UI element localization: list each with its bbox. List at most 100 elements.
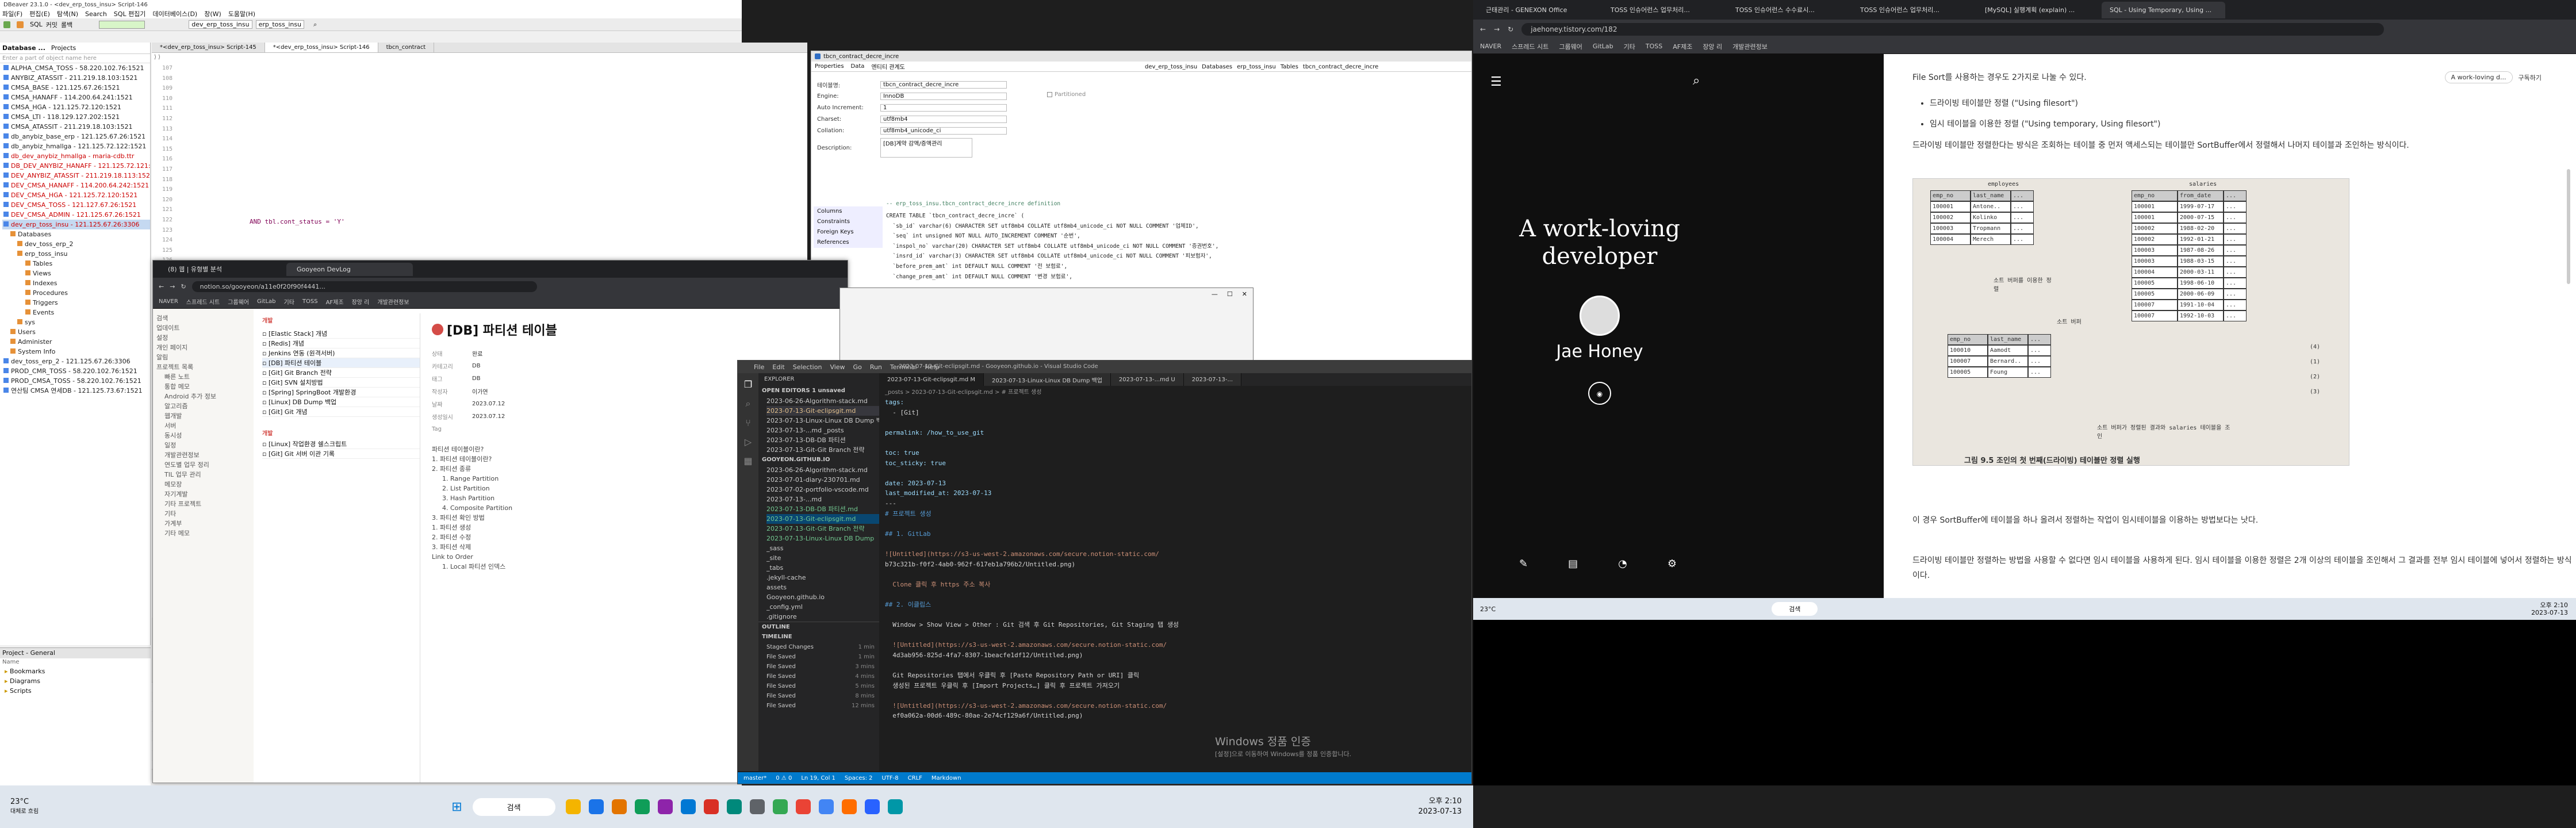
write-icon[interactable]: ✎ bbox=[1519, 558, 1528, 570]
open-editors-header[interactable]: OPEN EDITORS 1 unsaved bbox=[758, 386, 879, 396]
code-line[interactable]: 4d3ab956-825d-4fa7-8307-1beacfe1df12/Unt… bbox=[885, 650, 1466, 661]
code-line[interactable]: permalink: /how_to_use_git bbox=[885, 428, 1466, 438]
breadcrumb-item[interactable]: Databases bbox=[1202, 64, 1232, 70]
blog-search-box[interactable]: A work-loving d... bbox=[2444, 71, 2513, 83]
code-line[interactable] bbox=[885, 468, 1466, 478]
tree-item[interactable]: CMSA_HGA - 121.125.72.120:1521 bbox=[2, 102, 150, 112]
page-body-line[interactable]: 3. 파티션 확인 방법 bbox=[432, 513, 581, 523]
property-value[interactable]: 1 bbox=[880, 103, 1007, 112]
status-item[interactable]: 0 ⚠ 0 bbox=[776, 775, 792, 781]
code-line[interactable]: last_modified_at: 2023-07-13 bbox=[885, 488, 1466, 499]
code-line[interactable]: tags: bbox=[885, 397, 1466, 408]
bookmark-item[interactable]: 개발관련정보 bbox=[1732, 42, 1768, 51]
sidebar-item[interactable]: 알고리즘 bbox=[156, 401, 250, 411]
timeline-item[interactable]: Staged Changes 1 min bbox=[766, 642, 879, 652]
bookmark-item[interactable]: 스프레드 시트 bbox=[186, 297, 220, 306]
minimize-icon[interactable]: — bbox=[1212, 290, 1218, 298]
page-body-line[interactable]: 파티션 테이블이란? bbox=[432, 444, 581, 454]
sidebar-item[interactable]: 개발관련정보 bbox=[156, 450, 250, 460]
page-property-value[interactable]: 완료 bbox=[472, 349, 482, 358]
properties-tab[interactable]: Data bbox=[851, 63, 865, 70]
menu-item[interactable]: View bbox=[830, 363, 845, 371]
bookmark-item[interactable]: 개발관련정보 bbox=[377, 297, 409, 306]
page-body-line[interactable]: 1. Local 파티션 인덱스 bbox=[432, 562, 581, 572]
close-icon[interactable]: ✕ bbox=[1242, 290, 1247, 298]
weather-widget[interactable]: 23°C 대체로 흐림 bbox=[10, 798, 39, 816]
tree-item[interactable]: Databases bbox=[2, 229, 150, 239]
taskbar-app-icon[interactable] bbox=[611, 799, 627, 814]
browser-tab[interactable]: TOSS 인슈어런스 수수료시... bbox=[1727, 1, 1851, 19]
taskbar-search[interactable]: 검색 bbox=[1772, 602, 1818, 616]
rss-icon[interactable]: ◔ bbox=[1618, 558, 1627, 570]
tree-item[interactable]: CMSA_LTI - 118.129.127.202:1521 bbox=[2, 112, 150, 122]
file-tree-item[interactable]: 2023-07-13-DB-DB 파티션.md bbox=[766, 504, 879, 514]
menu-item[interactable]: 탐색(N) bbox=[57, 9, 78, 18]
tree-item[interactable]: Administer bbox=[2, 337, 150, 347]
sidebar-item[interactable]: 웹개발 bbox=[156, 411, 250, 421]
project-item[interactable]: ▸ Bookmarks bbox=[5, 666, 151, 676]
blog-title[interactable]: A work-loving developer bbox=[1473, 215, 1726, 270]
schema-selector[interactable]: erp_toss_insu bbox=[255, 20, 305, 29]
commit-button[interactable]: 커밋 bbox=[46, 20, 57, 29]
reload-icon[interactable]: ↻ bbox=[1508, 25, 1513, 33]
code-line[interactable]: ## 1. GitLab bbox=[885, 529, 1466, 539]
back-icon[interactable]: ← bbox=[159, 283, 164, 290]
editor-tab[interactable]: 2023-07-13-Git-eclipsgit.md M bbox=[879, 373, 984, 386]
status-item[interactable]: UTF-8 bbox=[882, 775, 899, 781]
tree-item[interactable]: ALPHA_CMSA_TOSS - 58.220.102.76:1521 bbox=[2, 63, 150, 73]
file-tree-item[interactable]: _config.yml bbox=[766, 602, 879, 612]
tree-item[interactable]: Triggers bbox=[2, 298, 150, 308]
tree-item[interactable]: Indexes bbox=[2, 278, 150, 288]
open-editor-item[interactable]: 2023-06-26-Algorithm-stack.md bbox=[766, 396, 879, 406]
code-line[interactable]: Git Repositories 탭에서 우클릭 후 [Paste Reposi… bbox=[885, 670, 1466, 681]
code-line[interactable]: Window > Show View > Other : Git 검색 후 Gi… bbox=[885, 620, 1466, 630]
editor-tab[interactable]: tbcn_contract bbox=[378, 43, 435, 52]
bookmark-item[interactable]: AF제조 bbox=[326, 297, 344, 306]
property-value[interactable]: utf8mb4 bbox=[880, 115, 1007, 123]
tree-item[interactable]: CMSA_BASE - 121.125.67.26:1521 bbox=[2, 83, 150, 93]
page-body-line[interactable]: 4. Composite Partition bbox=[432, 503, 581, 513]
tree-item[interactable]: ANYBIZ_ATASSIT - 211.219.18.103:1521 bbox=[2, 73, 150, 83]
page-body-line[interactable]: 1. 파티션 생성 bbox=[432, 523, 581, 532]
navigator-filter[interactable]: Enter a part of object name here bbox=[0, 54, 150, 63]
tree-item[interactable]: db_anybiz_base_erp - 121.125.67.26:1521 bbox=[2, 132, 150, 141]
bookmark-item[interactable]: 그룹웨어 bbox=[1559, 42, 1582, 51]
search-icon[interactable]: ⌕ bbox=[1693, 74, 1700, 88]
menu-item[interactable]: Selection bbox=[793, 363, 822, 371]
bookmark-item[interactable]: 스프레드 시트 bbox=[1512, 42, 1548, 51]
sidebar-item[interactable]: 프로젝트 목록 bbox=[156, 362, 250, 372]
property-value[interactable]: tbcn_contract_decre_incre bbox=[880, 80, 1007, 89]
tree-item[interactable]: Procedures bbox=[2, 288, 150, 298]
sidebar-item[interactable]: 일정 bbox=[156, 440, 250, 450]
code-line[interactable] bbox=[885, 610, 1466, 620]
sidebar-item[interactable]: 동시성 bbox=[156, 431, 250, 440]
menu-item[interactable]: SQL 편집기 bbox=[114, 9, 146, 18]
code-line[interactable]: b73c321b-f0f2-4ab0-962f-617eb1a796b2/Unt… bbox=[885, 559, 1466, 570]
tree-item[interactable]: PROD_CMR_TOSS - 58.220.102.76:1521 bbox=[2, 366, 150, 376]
taskbar-app-icon[interactable] bbox=[588, 799, 604, 814]
database-row[interactable]: ▫ [Git] SVN 설치방법 bbox=[262, 378, 420, 388]
taskbar-app-icon[interactable] bbox=[772, 799, 788, 814]
taskbar-app-icon[interactable] bbox=[703, 799, 719, 814]
page-property-value[interactable]: DB bbox=[472, 363, 481, 369]
taskbar-app-icon[interactable] bbox=[657, 799, 673, 814]
editor-tab[interactable]: 2023-07-13-... bbox=[1183, 373, 1242, 386]
page-body-line[interactable]: 1. 파티션 테이블이란? bbox=[432, 454, 581, 464]
properties-tab[interactable]: Properties bbox=[815, 63, 844, 70]
properties-side-tab[interactable]: Constraints bbox=[814, 217, 883, 227]
code-line[interactable] bbox=[885, 589, 1466, 600]
file-tree-item[interactable]: 2023-07-01-diary-230701.md bbox=[766, 475, 879, 485]
status-item[interactable]: Markdown bbox=[931, 775, 961, 781]
menu-item[interactable]: 파일(F) bbox=[2, 9, 22, 18]
sidebar-item[interactable]: 자기계발 bbox=[156, 489, 250, 499]
extensions-icon[interactable]: ▦ bbox=[738, 455, 758, 466]
editor-tab[interactable]: 2023-07-13-Linux-Linux DB Dump 백업 bbox=[984, 373, 1111, 386]
property-value[interactable]: [DB]계약 감액/증액관리 bbox=[880, 138, 972, 158]
search-icon[interactable]: ⌕ bbox=[738, 398, 758, 409]
code-line[interactable]: # 프로젝트 생성 bbox=[885, 509, 1466, 519]
sidebar-item[interactable]: 연도별 업무 정리 bbox=[156, 460, 250, 470]
breadcrumb-item[interactable]: erp_toss_insu bbox=[1237, 64, 1276, 70]
notion-url[interactable]: notion.so/gooyeon/a11e0f20f90f4441... bbox=[191, 281, 537, 292]
database-row[interactable]: ▫ [Git] Git 개념 bbox=[262, 407, 420, 417]
tree-item[interactable]: DB_DEV_ANYBIZ_HANAFF - 121.125.72.121:15… bbox=[2, 161, 150, 171]
